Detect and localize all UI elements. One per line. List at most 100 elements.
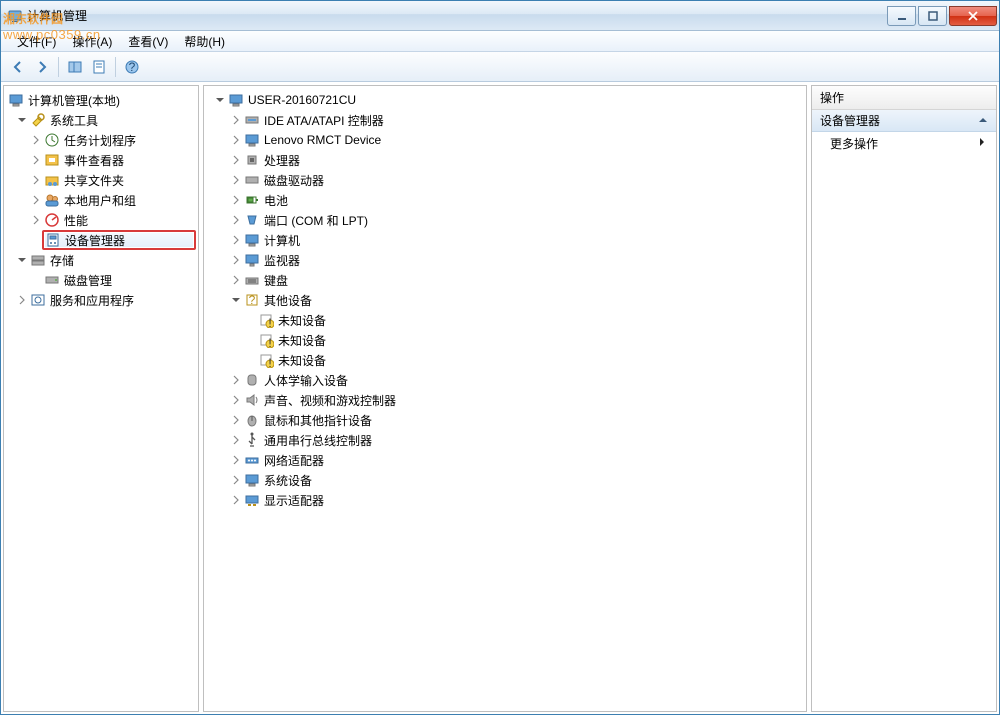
expand-icon[interactable]: [230, 214, 242, 226]
expand-icon[interactable]: [230, 154, 242, 166]
minimize-button[interactable]: [887, 6, 916, 26]
expand-icon[interactable]: [230, 494, 242, 506]
device-label: 通用串行总线控制器: [264, 432, 372, 449]
tree-system-tools[interactable]: 系统工具: [6, 110, 196, 130]
expand-icon[interactable]: [30, 154, 42, 166]
menu-help[interactable]: 帮助(H): [176, 31, 233, 52]
expand-icon[interactable]: [230, 374, 242, 386]
expand-icon[interactable]: [230, 274, 242, 286]
tree-device-manager[interactable]: 设备管理器: [42, 230, 196, 250]
toolbar-separator: [58, 57, 59, 77]
device-processor[interactable]: 处理器: [206, 150, 804, 170]
chevron-right-icon: [978, 136, 986, 150]
collapse-icon[interactable]: [230, 294, 242, 306]
expand-icon[interactable]: [30, 134, 42, 146]
tree-performance[interactable]: 性能: [6, 210, 196, 230]
maximize-button[interactable]: [918, 6, 947, 26]
device-label: 显示适配器: [264, 492, 324, 509]
device-root-label: USER-20160721CU: [248, 93, 356, 107]
expand-icon[interactable]: [230, 434, 242, 446]
expand-icon[interactable]: [230, 454, 242, 466]
device-system[interactable]: 系统设备: [206, 470, 804, 490]
expand-icon[interactable]: [230, 234, 242, 246]
collapse-icon[interactable]: [16, 114, 28, 126]
menu-file[interactable]: 文件(F): [9, 31, 64, 52]
collapse-icon[interactable]: [214, 94, 226, 106]
wrench-icon: [30, 112, 46, 128]
forward-button[interactable]: [31, 56, 53, 78]
computer-icon: [228, 92, 244, 108]
more-actions[interactable]: 更多操作: [812, 132, 996, 154]
device-monitor[interactable]: 监视器: [206, 250, 804, 270]
actions-section[interactable]: 设备管理器: [812, 110, 996, 132]
device-tree: USER-20160721CU IDE ATA/ATAPI 控制器 Lenovo…: [204, 86, 806, 514]
collapse-icon[interactable]: [16, 254, 28, 266]
view-toggle-button[interactable]: [64, 56, 86, 78]
device-display[interactable]: 显示适配器: [206, 490, 804, 510]
device-ports[interactable]: 端口 (COM 和 LPT): [206, 210, 804, 230]
device-battery[interactable]: 电池: [206, 190, 804, 210]
device-tree-panel: USER-20160721CU IDE ATA/ATAPI 控制器 Lenovo…: [203, 85, 807, 712]
device-lenovo[interactable]: Lenovo RMCT Device: [206, 130, 804, 150]
device-sound[interactable]: 声音、视频和游戏控制器: [206, 390, 804, 410]
device-unknown[interactable]: ! 未知设备: [206, 350, 804, 370]
device-hid[interactable]: 人体学输入设备: [206, 370, 804, 390]
usb-icon: [244, 432, 260, 448]
tree-label: 共享文件夹: [64, 172, 124, 189]
tree-root[interactable]: 计算机管理(本地): [6, 90, 196, 110]
performance-icon: [44, 212, 60, 228]
sound-icon: [244, 392, 260, 408]
device-disk[interactable]: 磁盘驱动器: [206, 170, 804, 190]
properties-button[interactable]: [88, 56, 110, 78]
device-ide[interactable]: IDE ATA/ATAPI 控制器: [206, 110, 804, 130]
expand-icon[interactable]: [30, 194, 42, 206]
expand-icon[interactable]: [230, 414, 242, 426]
collapse-icon: [978, 114, 988, 128]
expand-icon[interactable]: [230, 254, 242, 266]
device-label: 计算机: [264, 232, 300, 249]
expand-icon[interactable]: [230, 134, 242, 146]
device-unknown[interactable]: ! 未知设备: [206, 310, 804, 330]
device-label: 未知设备: [278, 352, 326, 369]
tree-shared-folders[interactable]: 共享文件夹: [6, 170, 196, 190]
titlebar[interactable]: 计算机管理: [1, 1, 999, 31]
device-mouse[interactable]: 鼠标和其他指针设备: [206, 410, 804, 430]
device-network[interactable]: 网络适配器: [206, 450, 804, 470]
svg-text:?: ?: [129, 60, 136, 74]
menu-action[interactable]: 操作(A): [64, 31, 120, 52]
device-label: 未知设备: [278, 312, 326, 329]
back-button[interactable]: [7, 56, 29, 78]
svg-text:!: !: [268, 336, 271, 348]
disk-icon: [244, 172, 260, 188]
menu-view[interactable]: 查看(V): [120, 31, 176, 52]
device-unknown[interactable]: ! 未知设备: [206, 330, 804, 350]
unknown-device-icon: !: [258, 312, 274, 328]
device-usb[interactable]: 通用串行总线控制器: [206, 430, 804, 450]
tree-label: 设备管理器: [65, 232, 125, 249]
help-button[interactable]: ?: [121, 56, 143, 78]
device-keyboard[interactable]: 键盘: [206, 270, 804, 290]
expand-icon[interactable]: [230, 474, 242, 486]
device-root[interactable]: USER-20160721CU: [206, 90, 804, 110]
close-button[interactable]: [949, 6, 997, 26]
expand-icon[interactable]: [16, 294, 28, 306]
device-computer[interactable]: 计算机: [206, 230, 804, 250]
tree-event-viewer[interactable]: 事件查看器: [6, 150, 196, 170]
device-label: 键盘: [264, 272, 288, 289]
device-other[interactable]: ? 其他设备: [206, 290, 804, 310]
expand-icon[interactable]: [30, 174, 42, 186]
services-icon: [30, 292, 46, 308]
tree-disk-mgmt[interactable]: 磁盘管理: [6, 270, 196, 290]
expand-icon[interactable]: [230, 174, 242, 186]
expand-icon[interactable]: [230, 114, 242, 126]
tree-label: 磁盘管理: [64, 272, 112, 289]
console-tree-panel: 计算机管理(本地) 系统工具 任务计划程序 事件查看器: [3, 85, 199, 712]
tree-services-apps[interactable]: 服务和应用程序: [6, 290, 196, 310]
tree-storage[interactable]: 存储: [6, 250, 196, 270]
tree-local-users[interactable]: 本地用户和组: [6, 190, 196, 210]
expand-icon[interactable]: [230, 394, 242, 406]
tree-task-scheduler[interactable]: 任务计划程序: [6, 130, 196, 150]
expand-icon[interactable]: [230, 194, 242, 206]
device-label: Lenovo RMCT Device: [264, 133, 381, 147]
expand-icon[interactable]: [30, 214, 42, 226]
